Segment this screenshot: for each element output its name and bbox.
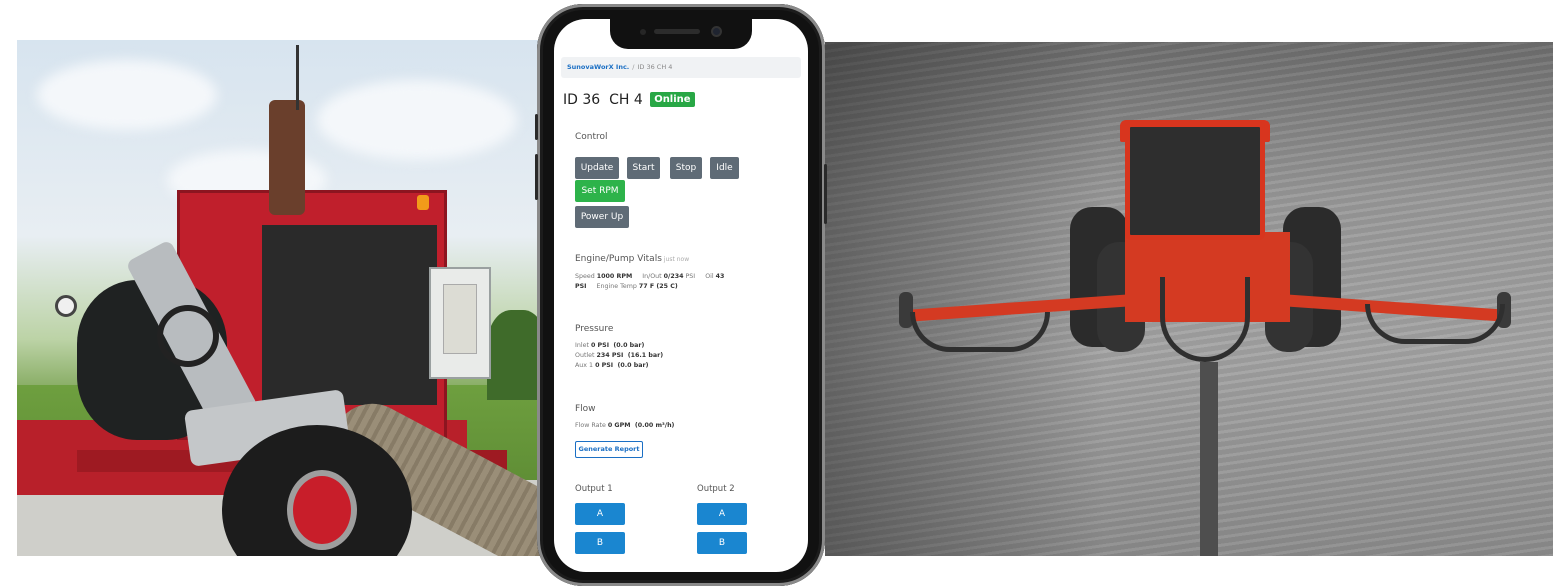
generate-report-button[interactable]: Generate Report (575, 441, 643, 458)
inout-value: 0/234 (663, 273, 684, 280)
update-button[interactable]: Update (575, 157, 619, 179)
flow-rate-value: 0 GPM (0.00 m³/h) (607, 422, 675, 429)
breadcrumb-company-link[interactable]: SunovaWorX Inc. (567, 63, 629, 71)
aux-label: Aux 1 (575, 362, 594, 369)
oil-value: 43 (715, 273, 725, 280)
phone-screen: SunovaWorX Inc. / ID 36 CH 4 ID 36 CH 4 On… (554, 19, 808, 572)
breadcrumb-separator: / (632, 63, 635, 71)
output-1-heading: Output 1 (575, 484, 613, 494)
idle-button[interactable]: Idle (710, 157, 739, 179)
flow-heading: Flow (575, 404, 596, 414)
tractor-field-photo (825, 42, 1553, 556)
inlet-label: Inlet (575, 342, 589, 349)
flow-rate-row: Flow Rate 0 GPM (0.00 m³/h) (575, 421, 674, 432)
vitals-updated-time: just now (663, 256, 690, 263)
phone-notch (610, 19, 752, 49)
inout-unit: PSI (685, 273, 696, 280)
page-title: ID 36 CH 4 Online (563, 92, 695, 108)
speed-label: Speed (575, 273, 595, 280)
status-badge: Online (650, 92, 695, 107)
pressure-inlet-row: Inlet 0 PSI (0.0 bar) (575, 341, 644, 352)
pressure-heading: Pressure (575, 324, 614, 334)
camera-icon (711, 26, 722, 37)
output-1-b-button[interactable]: B (575, 532, 625, 554)
breadcrumb-current: ID 36 CH 4 (637, 63, 673, 71)
start-button[interactable]: Start (627, 157, 660, 179)
speed-value: 1000 RPM (596, 273, 633, 280)
oil-label: Oil (705, 273, 714, 280)
control-heading: Control (575, 132, 608, 142)
output-2-a-button[interactable]: A (697, 503, 747, 525)
pressure-outlet-row: Outlet 234 PSI (16.1 bar) (575, 351, 663, 362)
vitals-line-1: Speed 1000 RPM In/Out 0/234 PSI Oil 43 (575, 272, 724, 283)
phone-volume-button (535, 154, 538, 200)
output-2-b-button[interactable]: B (697, 532, 747, 554)
engine-temp-label: Engine Temp (596, 283, 637, 290)
breadcrumb: SunovaWorX Inc. / ID 36 CH 4 (561, 57, 801, 78)
inlet-value: 0 PSI (0.0 bar) (590, 342, 645, 349)
pressure-aux-row: Aux 1 0 PSI (0.0 bar) (575, 361, 648, 372)
flow-rate-label: Flow Rate (575, 422, 606, 429)
device-id-title: ID 36 CH 4 (563, 92, 643, 108)
aux-value: 0 PSI (0.0 bar) (595, 362, 649, 369)
pump-monitor-app: SunovaWorX Inc. / ID 36 CH 4 ID 36 CH 4 On… (554, 19, 808, 572)
pump-trailer-photo (17, 40, 540, 556)
phone-mockup: SunovaWorX Inc. / ID 36 CH 4 ID 36 CH 4 On… (535, 4, 827, 586)
outlet-value: 234 PSI (16.1 bar) (596, 352, 664, 359)
power-up-button[interactable]: Power Up (575, 206, 629, 228)
engine-temp-value: 77 F (25 C) (638, 283, 678, 290)
vitals-heading: Engine/Pump Vitals just now (575, 254, 689, 264)
oil-unit: PSI (575, 283, 587, 290)
phone-side-button (535, 114, 538, 140)
set-rpm-button[interactable]: Set RPM (575, 180, 625, 202)
output-1-a-button[interactable]: A (575, 503, 625, 525)
vitals-heading-label: Engine/Pump Vitals (575, 254, 662, 264)
outlet-label: Outlet (575, 352, 595, 359)
inout-label: In/Out (642, 273, 662, 280)
phone-power-button (824, 164, 827, 224)
stop-button[interactable]: Stop (670, 157, 702, 179)
vitals-line-2: PSI Engine Temp 77 F (25 C) (575, 282, 678, 293)
output-2-heading: Output 2 (697, 484, 735, 494)
